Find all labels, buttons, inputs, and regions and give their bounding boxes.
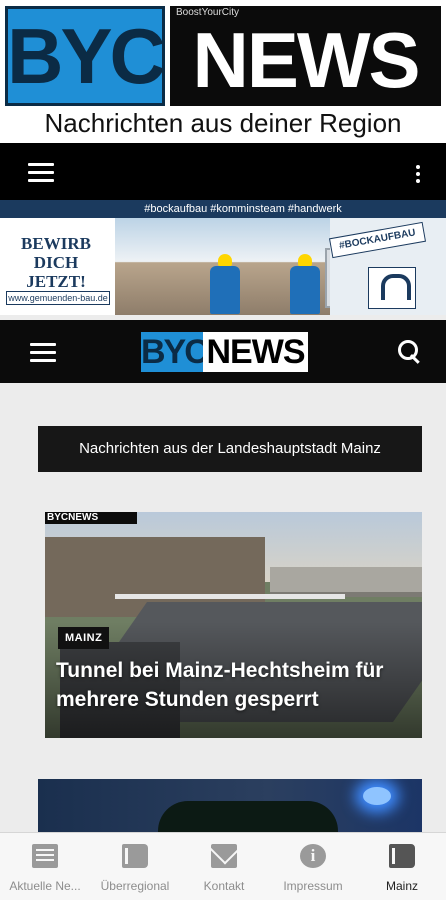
- info-icon: [300, 844, 326, 868]
- book-icon: [122, 844, 148, 868]
- masthead-logo-byc[interactable]: BYC: [5, 6, 166, 106]
- search-icon[interactable]: [398, 340, 424, 366]
- tab-label: Kontakt: [203, 879, 245, 893]
- site-logo[interactable]: BYC NEWS: [141, 332, 308, 372]
- tab-ueberregional[interactable]: Überregional: [90, 833, 180, 900]
- book-icon: [389, 844, 415, 868]
- article-image-bridge: [270, 567, 422, 597]
- article-card[interactable]: [38, 779, 422, 839]
- site-logo-news: NEWS: [203, 332, 308, 372]
- logo-byc-text: BYC: [7, 12, 166, 100]
- tab-kontakt[interactable]: Kontakt: [180, 833, 268, 900]
- site-logo-byc: BYC: [141, 332, 209, 372]
- masthead-logo-news[interactable]: NEWS: [170, 6, 441, 106]
- more-options-icon[interactable]: [416, 165, 422, 186]
- tab-aktuelle-news[interactable]: Aktuelle Ne...: [0, 833, 90, 900]
- logo-subtitle: BoostYourCity: [176, 7, 239, 18]
- article-image-gantry: [115, 594, 345, 599]
- tab-label: Überregional: [100, 879, 170, 893]
- ad-photo: [115, 218, 415, 315]
- category-badge[interactable]: MAINZ: [58, 627, 110, 649]
- menu-icon[interactable]: [28, 163, 54, 183]
- company-logo-icon: [368, 267, 416, 309]
- app-screen: BYC NEWS BoostYourCity Nachrichten aus d…: [0, 0, 446, 900]
- top-nav-bar: [0, 143, 446, 200]
- tab-mainz[interactable]: Mainz: [358, 833, 446, 900]
- ad-cta-text: BEWIRB DICH JETZT!: [21, 234, 91, 291]
- ad-banner[interactable]: #bockaufbau #komminsteam #handwerk BEWIR…: [0, 200, 446, 315]
- masthead-tagline: Nachrichten aus deiner Region: [44, 108, 402, 138]
- ad-hashtags: #bockaufbau #komminsteam #handwerk: [0, 200, 446, 218]
- tab-impressum[interactable]: Impressum: [268, 833, 358, 900]
- worker-figure: [290, 254, 320, 314]
- worker-figure: [210, 254, 240, 314]
- article-image-siren: [363, 787, 391, 805]
- article-watermark: BYCNEWS: [45, 512, 137, 524]
- bottom-nav: Aktuelle Ne... Überregional Kontakt Impr…: [0, 832, 446, 900]
- tab-label: Aktuelle Ne...: [9, 879, 81, 893]
- mail-icon: [211, 844, 237, 868]
- tab-label: Impressum: [283, 879, 343, 893]
- tab-label: Mainz: [385, 879, 418, 893]
- ad-url: www.gemuenden-bau.de: [6, 291, 110, 305]
- site-menu-icon[interactable]: [30, 343, 56, 363]
- logo-news-text: NEWS: [192, 16, 421, 104]
- newspaper-icon: [32, 844, 58, 868]
- article-headline[interactable]: Tunnel bei Mainz-Hechtsheim für mehrere …: [56, 656, 416, 714]
- section-title: Nachrichten aus der Landeshauptstadt Mai…: [38, 426, 422, 472]
- ad-left-panel: BEWIRB DICH JETZT! www.gemuenden-bau.de: [0, 218, 115, 315]
- masthead: BYC NEWS BoostYourCity Nachrichten aus d…: [0, 0, 446, 143]
